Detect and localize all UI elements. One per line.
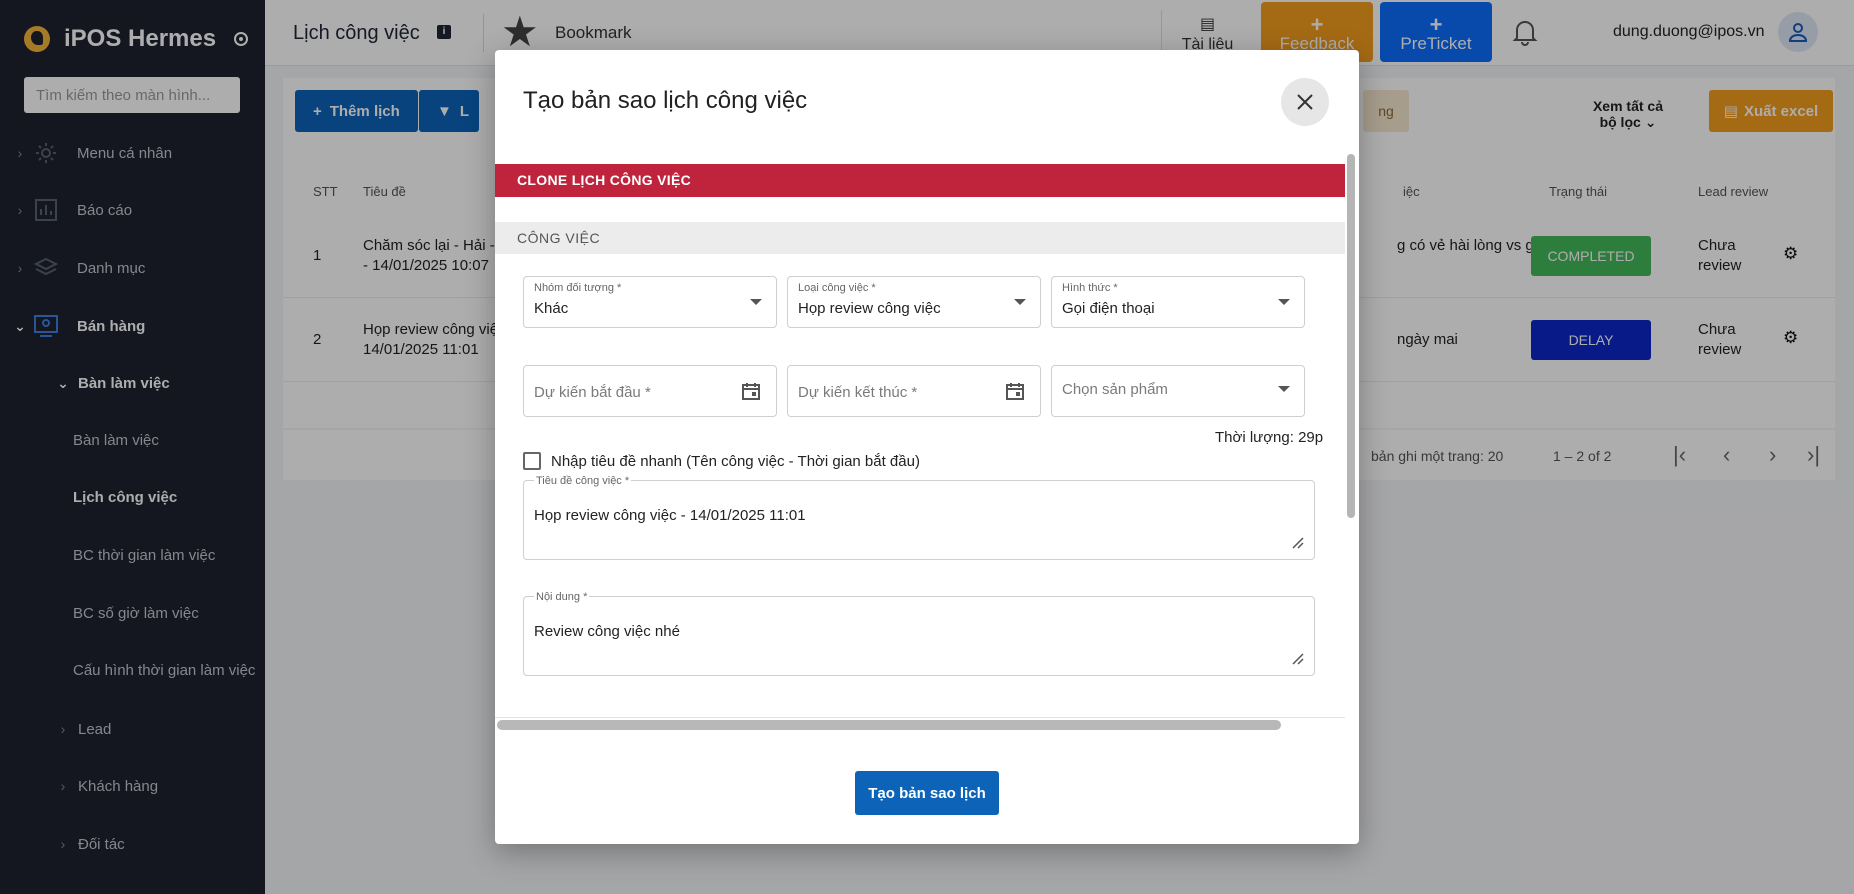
dialog-divider [495,717,1345,718]
field-placeholder: Chọn sản phẩm [1062,381,1168,398]
field-label: Tiêu đề công việc * [534,475,632,488]
close-button[interactable] [1281,78,1329,126]
close-icon [1297,94,1313,110]
clone-schedule-dialog: Tạo bản sao lịch công việc CLONE LỊCH CÔ… [495,50,1359,844]
field-value: Gọi điện thoại [1062,300,1155,317]
dialog-title: Tạo bản sao lịch công việc [523,87,808,114]
section-task-header: CÔNG VIỆC [495,222,1345,254]
start-date-input[interactable]: Dự kiến bắt đầu * [523,365,777,417]
task-type-select[interactable]: Loại công việc * Họp review công việc [787,276,1041,328]
duration-label: Thời lượng: 29p [1215,429,1324,446]
dialog-vertical-scrollbar[interactable] [1347,154,1355,518]
section-clone-header: CLONE LỊCH CÔNG VIỆC [495,164,1345,197]
field-value: Khác [534,300,569,317]
checkbox-box[interactable] [523,452,541,470]
caret-down-icon [1278,299,1290,305]
field-label: Loại công việc * [798,282,876,294]
end-date-input[interactable]: Dự kiến kết thúc * [787,365,1041,417]
product-select[interactable]: Chọn sản phẩm [1051,365,1305,417]
calendar-icon[interactable] [742,382,760,400]
content-textarea[interactable]: Nội dung * Review công việc nhé [523,591,1315,676]
caret-down-icon [750,299,762,305]
task-title-textarea[interactable]: Tiêu đề công việc * Họp review công việc… [523,475,1315,560]
calendar-icon[interactable] [1006,382,1024,400]
resize-handle-icon[interactable] [1292,653,1304,665]
caret-down-icon [1278,386,1290,392]
field-value: Review công việc nhé [534,623,680,640]
group-select[interactable]: Nhóm đối tượng * Khác [523,276,777,328]
resize-handle-icon[interactable] [1292,537,1304,549]
create-copy-button[interactable]: Tạo bản sao lịch [855,771,999,815]
dialog-horizontal-scrollbar[interactable] [497,720,1281,730]
field-label: Nội dung * [534,591,590,604]
quick-title-label: Nhập tiêu đề nhanh (Tên công việc - Thời… [551,452,920,470]
field-label: Nhóm đối tượng * [534,282,622,294]
quick-title-checkbox[interactable]: Nhập tiêu đề nhanh (Tên công việc - Thời… [523,452,920,470]
field-label: Hình thức * [1062,282,1118,294]
caret-down-icon [1014,299,1026,305]
field-value: Họp review công việc - 14/01/2025 11:01 [534,507,806,524]
field-placeholder: Dự kiến kết thúc * [798,384,918,401]
field-value: Họp review công việc [798,300,941,317]
field-placeholder: Dự kiến bắt đầu * [534,384,651,401]
method-select[interactable]: Hình thức * Gọi điện thoại [1051,276,1305,328]
